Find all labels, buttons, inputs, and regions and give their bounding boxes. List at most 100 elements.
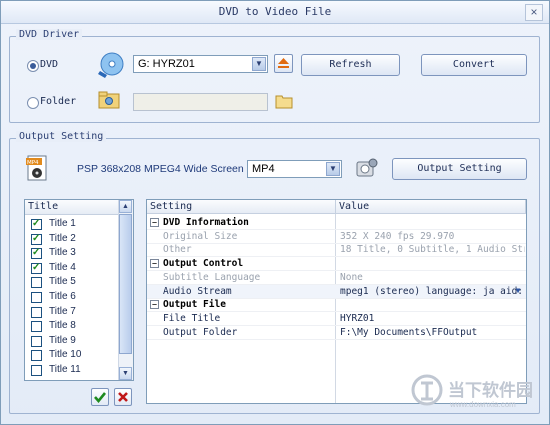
title-list-item[interactable]: Title 1 [27,217,117,231]
output-profile-text: PSP 368x208 MPEG4 Wide Screen [77,163,244,175]
title-checkbox[interactable] [31,292,42,303]
watermark-url: www.downxia.com [450,400,516,409]
format-select[interactable]: MP4 ▼ [247,160,342,178]
chevron-down-icon[interactable]: ▼ [512,285,524,297]
title-label: Title 6 [49,291,76,302]
folder-path-field[interactable] [133,93,268,111]
title-list-item[interactable]: Title 11 [27,363,117,377]
scroll-up-icon[interactable]: ▲ [119,200,132,213]
dvd-driver-group: DVD Driver [9,29,540,123]
title-label: Title 1 [49,218,76,229]
dvd-driver-group-label: DVD Driver [16,29,83,40]
property-row[interactable]: Audio Stream mpeg1 (stereo) language: ja … [147,284,526,299]
property-setting: Output Folder [163,326,238,338]
watermark-text: 当下软件园 [448,381,533,401]
eject-icon [278,58,289,68]
property-category[interactable]: − Output File [147,298,526,313]
output-setting-button[interactable]: Output Setting [392,158,527,180]
collapse-icon[interactable]: − [150,218,159,227]
property-setting: Output File [163,299,226,311]
title-checkbox[interactable] [31,261,42,275]
collapse-icon[interactable]: − [150,300,159,310]
title-checkbox[interactable] [31,335,42,347]
watermark: 当下软件园 www.downxia.com [410,373,550,418]
title-checkbox[interactable] [31,321,42,333]
property-value: 352 X 240 fps 29.970 [340,230,455,242]
title-list-item[interactable]: Title 4 [27,261,117,275]
setting-column-header: Setting [147,200,336,214]
title-list: Title Title 1 Title 2 Title 3 Title 4 Title … [24,199,134,381]
title-bar: DVD to Video File × [1,1,549,24]
title-list-item[interactable]: Title 5 [27,275,117,289]
title-label: Title 5 [49,276,76,288]
title-list-item[interactable]: Title 6 [27,290,117,304]
property-row[interactable]: File Title HYRZ01 [147,312,526,326]
mp4-file-icon: MP4 [25,154,49,184]
settings-icon[interactable] [355,157,379,179]
scroll-thumb[interactable] [119,214,132,354]
collapse-icon[interactable]: − [150,259,159,269]
audio-stream-select[interactable]: mpeg1 (stereo) language: ja aid: 0 [340,285,525,298]
title-label: Title 9 [49,334,76,346]
property-value[interactable]: F:\My Documents\FFOutput [340,326,525,339]
property-row[interactable]: Subtitle Language None [147,271,526,285]
title-checkbox[interactable] [31,277,42,289]
property-row[interactable]: Output Folder F:\My Documents\FFOutput [147,326,526,340]
window-title: DVD to Video File [218,5,332,18]
title-checkbox[interactable] [31,232,42,246]
property-category[interactable]: − Output Control [147,257,526,272]
title-label: Title 4 [49,261,76,273]
title-label: Title 11 [49,364,81,375]
drive-select-value: G: HYRZ01 [138,58,195,70]
title-list-header: Title [25,200,133,215]
output-setting-group-label: Output Setting [16,131,107,142]
uncheck-all-button[interactable] [114,388,132,406]
title-checkbox[interactable] [31,246,42,260]
property-setting: DVD Information [163,217,249,228]
checkmark-icon [94,392,107,404]
property-value[interactable]: HYRZ01 [340,312,525,325]
browse-folder-icon[interactable] [275,93,293,109]
title-checkbox[interactable] [31,306,42,318]
title-list-item[interactable]: Title 7 [27,305,117,319]
chevron-down-icon: ▼ [252,57,266,71]
title-list-item[interactable]: Title 10 [27,348,117,362]
title-list-item[interactable]: Title 8 [27,319,117,333]
property-setting: Original Size [163,230,238,242]
property-setting: Other [163,244,192,256]
title-list-item[interactable]: Title 9 [27,334,117,348]
folder-radio-label: Folder [40,96,77,107]
check-all-button[interactable] [91,388,109,406]
title-label: Title 7 [49,305,76,317]
refresh-button[interactable]: Refresh [301,54,400,76]
title-checkbox[interactable] [31,350,42,362]
svg-text:MP4: MP4 [27,160,39,166]
format-select-value: MP4 [252,163,275,175]
property-value: None [340,271,363,283]
property-value: 18 Title, 0 Subtitle, 1 Audio Stream [340,244,525,256]
dvd-to-video-window: DVD to Video File × DVD Driver DVD G: HY… [0,0,550,425]
title-checkbox[interactable] [31,365,42,376]
convert-button[interactable]: Convert [421,54,527,76]
title-label: Title 2 [49,232,76,244]
eject-button[interactable] [274,54,293,73]
title-list-item[interactable]: Title 3 [27,246,117,260]
folder-icon [98,90,120,110]
property-category[interactable]: − DVD Information [147,216,526,230]
drive-select[interactable]: G: HYRZ01 ▼ [133,55,268,73]
close-button[interactable]: × [525,4,543,21]
title-label: Title 8 [49,320,76,332]
chevron-down-icon: ▼ [326,162,340,176]
dvd-radio[interactable] [27,60,39,72]
property-row[interactable]: Other 18 Title, 0 Subtitle, 1 Audio Strea… [147,243,526,258]
title-list-item[interactable]: Title 2 [27,232,117,246]
folder-radio[interactable] [27,97,39,109]
title-list-scrollbar[interactable]: ▲ ▼ [118,200,133,380]
property-setting: Subtitle Language [163,271,261,283]
dvd-radio-label: DVD [40,59,59,70]
title-checkbox[interactable] [31,217,42,231]
property-row[interactable]: Original Size 352 X 240 fps 29.970 [147,230,526,244]
title-label: Title 10 [49,349,82,361]
dvd-disc-icon [97,51,125,79]
scroll-down-icon[interactable]: ▼ [119,367,132,380]
